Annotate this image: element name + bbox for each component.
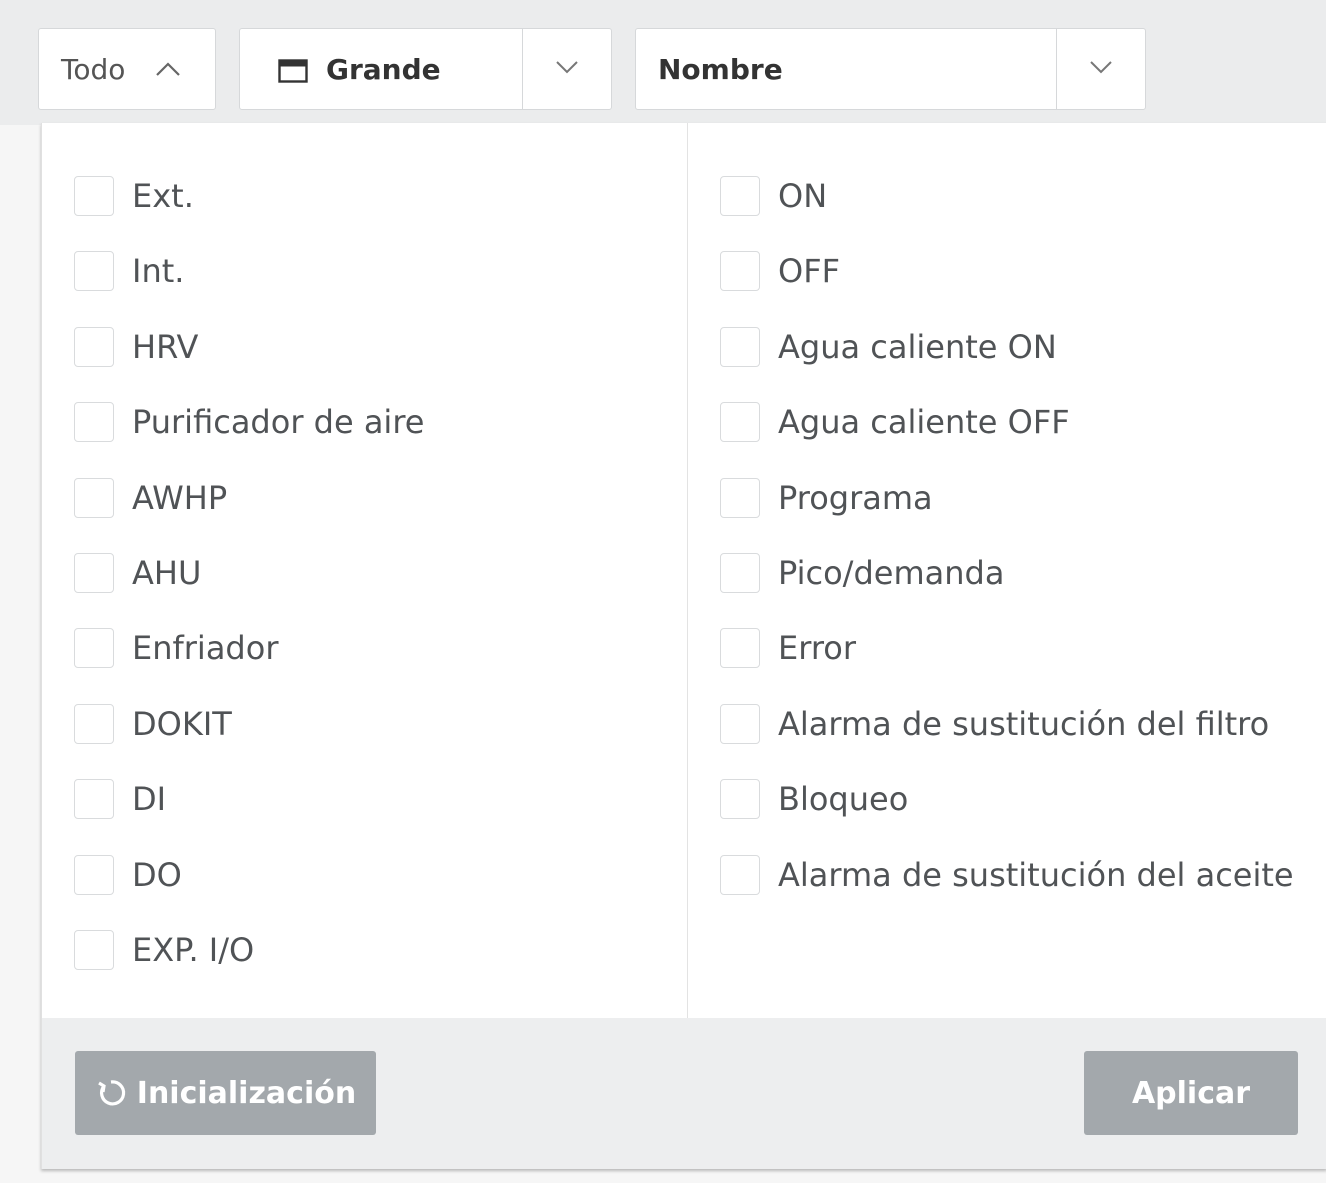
option-label: Enfriador xyxy=(132,629,279,667)
filter-option[interactable]: HRV xyxy=(74,325,198,369)
filter-option[interactable]: Alarma de sustitución del filtro xyxy=(720,702,1269,746)
view-size-dropdown[interactable]: Grande xyxy=(239,28,612,110)
filter-option[interactable]: AWHP xyxy=(74,476,227,520)
state-column: ON OFF Agua caliente ON Agua caliente OF… xyxy=(688,123,1326,1018)
option-label: Bloqueo xyxy=(778,780,909,818)
checkbox[interactable] xyxy=(74,704,114,744)
chevron-down-icon xyxy=(553,53,581,85)
checkbox[interactable] xyxy=(74,251,114,291)
option-label: AHU xyxy=(132,554,202,592)
device-type-column: Ext. Int. HRV Purificador de aire AWHP A… xyxy=(42,123,688,1018)
filter-option[interactable]: Ext. xyxy=(74,174,194,218)
checkbox[interactable] xyxy=(74,327,114,367)
checkbox[interactable] xyxy=(720,628,760,668)
apply-button-label: Aplicar xyxy=(1131,1075,1251,1111)
checkbox[interactable] xyxy=(74,930,114,970)
refresh-icon xyxy=(97,1080,125,1106)
option-label: OFF xyxy=(778,252,840,290)
filter-option[interactable]: Enfriador xyxy=(74,626,278,670)
option-label: Alarma de sustitución del aceite xyxy=(778,856,1294,894)
filter-option[interactable]: DOKIT xyxy=(74,702,232,746)
view-size-label: Grande xyxy=(326,52,441,86)
filter-option[interactable]: Alarma de sustitución del aceite xyxy=(720,853,1294,897)
filter-option[interactable]: Agua caliente ON xyxy=(720,325,1057,369)
filter-option[interactable]: EXP. I/O xyxy=(74,928,254,972)
checkbox[interactable] xyxy=(720,704,760,744)
option-label: Alarma de sustitución del filtro xyxy=(778,705,1270,743)
option-label: DOKIT xyxy=(132,705,232,743)
option-label: AWHP xyxy=(132,479,228,517)
checkbox[interactable] xyxy=(74,628,114,668)
filter-option[interactable]: Pico/demanda xyxy=(720,551,1004,595)
checkbox[interactable] xyxy=(720,779,760,819)
option-label: Ext. xyxy=(132,177,194,215)
view-size-toggle[interactable] xyxy=(522,29,611,109)
filter-option[interactable]: OFF xyxy=(720,249,840,293)
option-label: HRV xyxy=(132,328,199,366)
chevron-down-icon xyxy=(1087,53,1115,85)
checkbox[interactable] xyxy=(720,478,760,518)
checkbox[interactable] xyxy=(74,553,114,593)
filter-option[interactable]: ON xyxy=(720,174,827,218)
option-label: Agua caliente ON xyxy=(778,328,1057,366)
filter-option[interactable]: Bloqueo xyxy=(720,777,908,821)
checkbox[interactable] xyxy=(720,327,760,367)
filter-option[interactable]: AHU xyxy=(74,551,201,595)
checkbox[interactable] xyxy=(720,402,760,442)
checkbox[interactable] xyxy=(74,855,114,895)
checkbox[interactable] xyxy=(74,402,114,442)
apply-button[interactable]: Aplicar xyxy=(1084,1051,1298,1135)
checkbox[interactable] xyxy=(74,779,114,819)
option-label: ON xyxy=(778,177,828,215)
filter-option[interactable]: Error xyxy=(720,626,856,670)
checkbox[interactable] xyxy=(74,176,114,216)
option-label: Purificador de aire xyxy=(132,403,425,441)
option-label: Programa xyxy=(778,479,933,517)
filter-dropdown[interactable]: Todo xyxy=(38,28,216,110)
filter-option[interactable]: Int. xyxy=(74,249,184,293)
filter-option[interactable]: DO xyxy=(74,853,182,897)
panel-footer: Inicialización Aplicar xyxy=(42,1018,1326,1169)
option-label: Pico/demanda xyxy=(778,554,1005,592)
checkbox[interactable] xyxy=(720,251,760,291)
reset-button[interactable]: Inicialización xyxy=(75,1051,376,1135)
checkbox[interactable] xyxy=(74,478,114,518)
option-label: DI xyxy=(132,780,167,818)
checkbox[interactable] xyxy=(720,855,760,895)
option-label: Agua caliente OFF xyxy=(778,403,1070,441)
sort-toggle[interactable] xyxy=(1056,29,1145,109)
option-label: Error xyxy=(778,629,856,667)
option-label: Int. xyxy=(132,252,185,290)
sort-label: Nombre xyxy=(658,52,783,86)
filter-dropdown-label: Todo xyxy=(61,52,126,86)
checkbox[interactable] xyxy=(720,176,760,216)
chevron-up-icon xyxy=(153,54,183,84)
reset-button-label: Inicialización xyxy=(136,1075,357,1111)
option-label: EXP. I/O xyxy=(132,931,255,969)
sort-dropdown[interactable]: Nombre xyxy=(635,28,1146,110)
filter-panel: Ext. Int. HRV Purificador de aire AWHP A… xyxy=(41,123,1326,1169)
filter-option[interactable]: Purificador de aire xyxy=(74,400,424,444)
checkbox[interactable] xyxy=(720,553,760,593)
filter-option[interactable]: Agua caliente OFF xyxy=(720,400,1070,444)
window-icon xyxy=(278,57,308,83)
option-label: DO xyxy=(132,856,182,894)
filter-option[interactable]: DI xyxy=(74,777,166,821)
filter-option[interactable]: Programa xyxy=(720,476,933,520)
